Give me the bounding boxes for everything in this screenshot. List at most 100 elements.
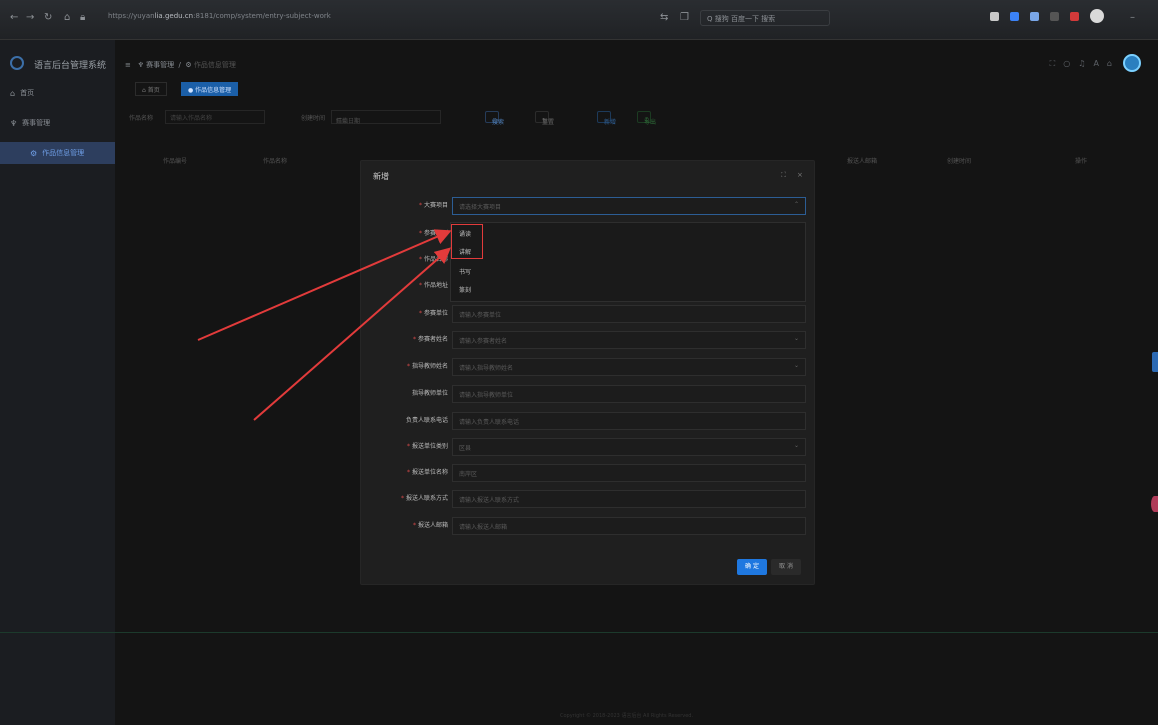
menu-toggle-icon[interactable]: ≡ [125, 61, 131, 69]
close-icon[interactable]: × [797, 171, 803, 179]
form-row-teacher-unit: 指导教师单位 请输入指导教师单位 [361, 385, 816, 403]
field-label: * 作品名称 [418, 256, 448, 263]
url-host: lia.gedu.cn [154, 12, 194, 20]
footer-divider [0, 632, 1158, 633]
footer-copyright: Copyright © 2018-2023 语言后台 All Rights Re… [560, 713, 694, 719]
extension-icon-4[interactable] [1050, 12, 1059, 21]
forward-icon[interactable]: → [26, 12, 34, 23]
logo-icon [10, 56, 24, 70]
form-row-competition: * 大赛项目 请选择大赛项目 ⌃ [361, 197, 816, 215]
form-row-submitter-email: * 报送人邮箱 请输入报送人邮箱 [361, 517, 816, 535]
field-label: * 报送单位类别 [406, 443, 448, 450]
address-bar[interactable]: https://yuyanlia.gedu.cn:8181/comp/syste… [108, 12, 608, 26]
field-label: * 作品地址 [418, 282, 448, 289]
export-button[interactable]: ↧ 导出 [637, 111, 656, 126]
back-icon[interactable]: ← [10, 12, 18, 23]
search-button[interactable]: ○ 搜索 [485, 111, 504, 126]
profile-icon[interactable] [1090, 9, 1104, 23]
breadcrumb-separator: / [176, 61, 184, 69]
sidebar-item-competition[interactable]: ♆ 赛事管理 [0, 112, 115, 134]
breadcrumb-current: 作品信息管理 [193, 61, 236, 69]
field-label: * 指导教师姓名 [406, 363, 448, 370]
add-button[interactable]: 新增 [597, 111, 616, 126]
sidebar-item-label: 赛事管理 [22, 119, 51, 127]
sidebar: 语言后台管理系统 ⌂ 首页 ♆ 赛事管理 ⚙ 作品信息管理 [0, 40, 115, 725]
unit-name-field[interactable]: 南岸区 [452, 464, 806, 482]
column-header-create-time: 创建时间 [947, 158, 972, 165]
share-icon[interactable]: ⇆ [660, 12, 668, 23]
settings-icon: ⚙ [30, 148, 38, 158]
dialog-title: 新增 [373, 172, 389, 181]
extension-icon-2[interactable] [1010, 12, 1019, 21]
browser-search-input[interactable]: Q 搜狗 百度一下 搜索 [700, 10, 830, 26]
teacher-name-field[interactable]: 请输入指导教师姓名 ⌄ [452, 358, 806, 376]
tab-home[interactable]: ⌂ 首页 [135, 82, 167, 96]
home-icon: ⌂ [10, 88, 16, 98]
contestant-field[interactable]: 请输入参赛者姓名 ⌄ [452, 331, 806, 349]
minimize-icon[interactable]: – [1130, 12, 1135, 23]
reset-button[interactable]: ↻ 重置 [535, 111, 554, 126]
field-label: 指导教师单位 [411, 390, 448, 397]
breadcrumb: ≡ ♆ 赛事管理 / ⚙ 作品信息管理 [125, 60, 236, 70]
column-header-work-id: 作品编号 [163, 158, 188, 165]
dropdown-option-writing[interactable]: 书写 [459, 267, 471, 276]
tab-icon[interactable]: ❐ [680, 12, 689, 23]
user-avatar[interactable] [1123, 54, 1141, 72]
sidebar-item-label: 首页 [20, 89, 35, 97]
bell-icon[interactable]: ♫ [1078, 59, 1093, 68]
unit-field[interactable]: 请输入参赛单位 [452, 305, 806, 323]
work-name-input[interactable]: 请输入作品名称 [165, 110, 265, 124]
column-header-submitter-email: 报送人邮箱 [847, 158, 878, 165]
extension-icon-3[interactable] [1030, 12, 1039, 21]
maximize-icon[interactable]: ⛶ [781, 171, 786, 180]
field-label: * 报送人联系方式 [400, 495, 448, 502]
form-row-unit: * 参赛单位 请输入参赛单位 [361, 305, 816, 323]
lock-screen-icon[interactable]: ⌂ [1107, 59, 1120, 68]
form-row-contact-phone: 负责人联系电话 请输入负责人联系电话 [361, 412, 816, 430]
extension-icon[interactable] [990, 12, 999, 21]
fullscreen-icon[interactable]: ⛶ [1050, 59, 1064, 68]
contact-phone-field[interactable]: 请输入负责人联系电话 [452, 412, 806, 430]
create-time-label: 创建时间 [301, 115, 326, 122]
tab-work-info[interactable]: ● 作品信息管理 [181, 82, 239, 96]
url-prefix: https://yuyan [108, 12, 155, 20]
work-name-label: 作品名称 [129, 115, 154, 122]
field-label: 负责人联系电话 [405, 417, 448, 424]
form-row-teacher-name: * 指导教师姓名 请输入指导教师姓名 ⌄ [361, 358, 816, 376]
competition-select[interactable]: 请选择大赛项目 ⌃ [452, 197, 806, 215]
chevron-down-icon: ⌄ [793, 362, 799, 369]
search-button-label: 搜索 [492, 119, 505, 126]
sidebar-item-home[interactable]: ⌂ 首页 [0, 82, 115, 104]
submitter-email-field[interactable]: 请输入报送人邮箱 [452, 517, 806, 535]
teacher-unit-field[interactable]: 请输入指导教师单位 [452, 385, 806, 403]
end-date: 结束日期 [336, 118, 361, 125]
search-icon[interactable]: ○ [1063, 59, 1078, 68]
unit-type-select[interactable]: 区县 ⌄ [452, 438, 806, 456]
export-button-label: 导出 [644, 119, 657, 126]
floating-widget[interactable] [1151, 496, 1158, 512]
annotation-highlight-box [451, 224, 483, 259]
submitter-contact-field[interactable]: 请输入报送人联系方式 [452, 490, 806, 508]
confirm-button[interactable]: 确 定 [737, 559, 767, 575]
font-size-icon[interactable]: A [1093, 59, 1106, 68]
cancel-button[interactable]: 取 消 [771, 559, 801, 575]
refresh-icon[interactable]: ↻ [44, 12, 52, 23]
extension-icon-5[interactable] [1070, 12, 1079, 21]
form-row-unit-type: * 报送单位类别 区县 ⌄ [361, 438, 816, 456]
chevron-down-icon: ⌄ [793, 335, 799, 342]
date-range-input[interactable]: 开始日期 - 结束日期 [331, 110, 441, 125]
form-row-submitter-contact: * 报送人联系方式 请输入报送人联系方式 [361, 490, 816, 508]
side-drawer-handle[interactable] [1152, 352, 1158, 372]
dropdown-option-seal[interactable]: 篆刻 [459, 285, 471, 294]
field-label: * 参赛者姓名 [412, 336, 448, 343]
chevron-down-icon: ⌄ [793, 442, 799, 449]
home-browser-icon[interactable]: ⌂ [64, 12, 70, 23]
form-row-unit-name: * 报送单位名称 南岸区 [361, 464, 816, 482]
top-header: ≡ ♆ 赛事管理 / ⚙ 作品信息管理 ⛶○♫A⌂ [115, 40, 1158, 80]
breadcrumb-root[interactable]: 赛事管理 [146, 61, 174, 69]
field-label: * 参赛组别 [418, 230, 448, 237]
chevron-up-icon: ⌃ [793, 201, 799, 208]
app-title: 语言后台管理系统 [34, 61, 107, 71]
header-tools: ⛶○♫A⌂ [1050, 59, 1120, 69]
sidebar-item-work-info[interactable]: ⚙ 作品信息管理 [0, 142, 115, 164]
